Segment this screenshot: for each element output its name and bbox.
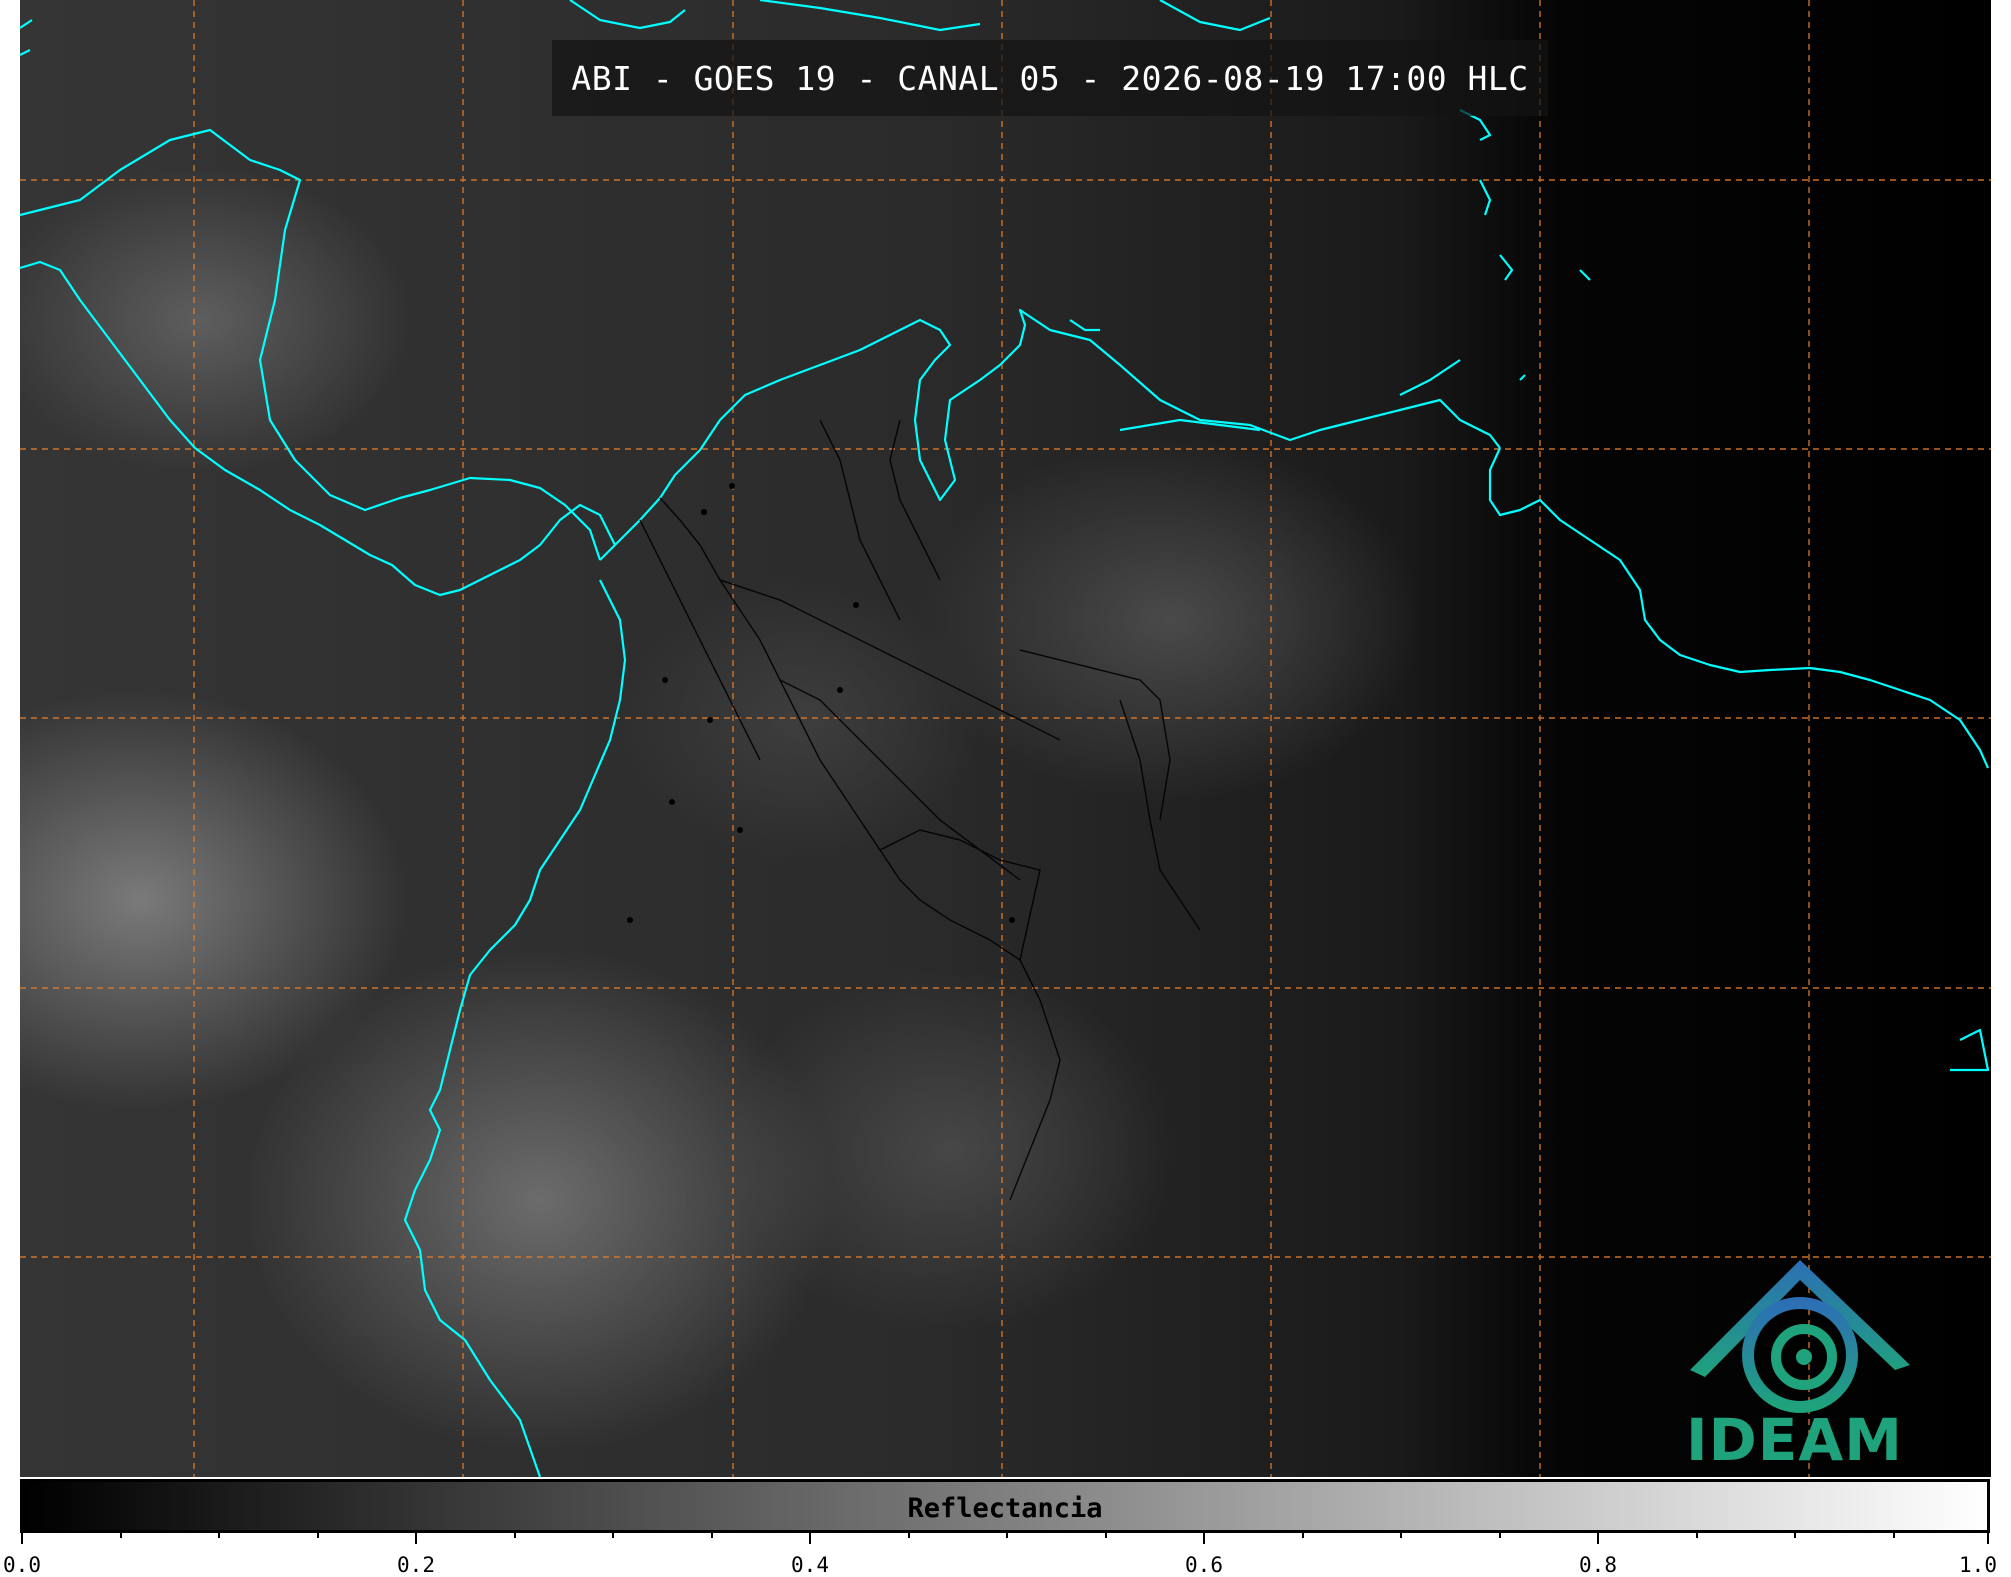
colorbar-tick-label: 0.8	[1579, 1553, 1617, 1577]
colorbar-tick-label: 0.6	[1185, 1553, 1223, 1577]
colorbar-tick-label: 0.2	[397, 1553, 435, 1577]
colorbar: Reflectancia	[20, 1479, 1990, 1533]
ideam-logo-text: IDEAM	[1686, 1406, 1903, 1474]
colorbar-tick-label: 0.4	[791, 1553, 829, 1577]
satellite-map: ABI - GOES 19 - CANAL 05 - 2026-08-19 17…	[20, 0, 1991, 1477]
borders	[639, 419, 1201, 1201]
colorbar-label: Reflectancia	[907, 1493, 1103, 1524]
colorbar-tick-label: 1.0	[1959, 1553, 1997, 1577]
map-title: ABI - GOES 19 - CANAL 05 - 2026-08-19 17…	[552, 40, 1548, 116]
colorbar-ticks	[21, 1530, 1989, 1544]
colorbar-tick-label: 0.0	[3, 1553, 41, 1577]
city-markers	[627, 483, 1015, 923]
